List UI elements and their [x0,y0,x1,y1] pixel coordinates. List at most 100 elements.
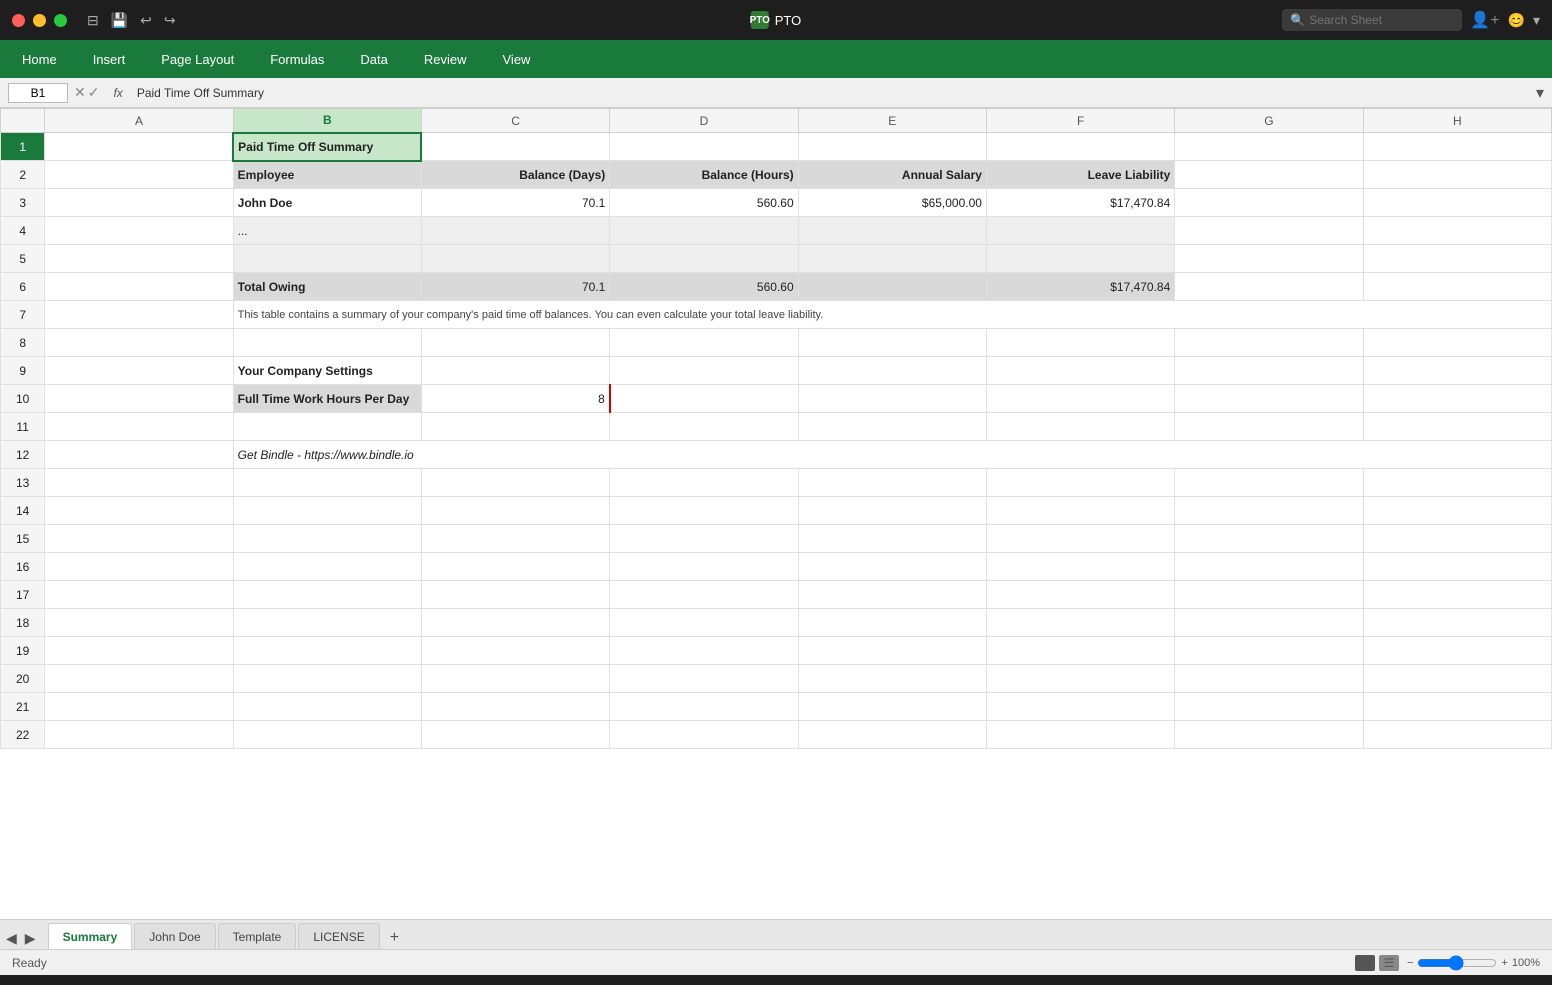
cell-d4[interactable] [610,217,798,245]
cell-e1[interactable] [798,133,986,161]
cell-f5[interactable] [986,245,1174,273]
chevron-down-icon[interactable]: ▾ [1533,12,1540,29]
cell-b11[interactable] [233,413,421,441]
cell-a10[interactable] [45,385,233,413]
cell-f6[interactable]: $17,470.84 [986,273,1174,301]
cell-g1[interactable] [1175,133,1363,161]
list-view-button[interactable]: ☰ [1379,955,1399,971]
fullscreen-button[interactable] [54,14,67,27]
cell-a9[interactable] [45,357,233,385]
cell-e10[interactable] [798,385,986,413]
cell-a4[interactable] [45,217,233,245]
confirm-formula-icon[interactable]: ✓ [88,84,100,101]
redo-icon[interactable]: ↪ [164,12,176,29]
cell-a2[interactable] [45,161,233,189]
minimize-button[interactable] [33,14,46,27]
cell-e6[interactable] [798,273,986,301]
close-button[interactable] [12,14,25,27]
col-header-a[interactable]: A [45,109,233,133]
cell-d5[interactable] [610,245,798,273]
cell-a8[interactable] [45,329,233,357]
cell-f11[interactable] [986,413,1174,441]
cell-e2[interactable]: Annual Salary [798,161,986,189]
grid-area[interactable]: A B C D E F G H 1 [0,108,1552,919]
cell-a11[interactable] [45,413,233,441]
cell-f8[interactable] [986,329,1174,357]
col-header-g[interactable]: G [1175,109,1363,133]
cell-e4[interactable] [798,217,986,245]
cell-c10[interactable]: 8 [421,385,609,413]
cell-g3[interactable] [1175,189,1363,217]
cell-c6[interactable]: 70.1 [421,273,609,301]
ribbon-tab-insert[interactable]: Insert [87,48,132,71]
search-box[interactable]: 🔍 [1282,9,1462,31]
sheet-next-button[interactable]: ▶ [23,930,38,947]
cell-c1[interactable] [421,133,609,161]
cell-f2[interactable]: Leave Liability [986,161,1174,189]
cell-c8[interactable] [421,329,609,357]
cell-c4[interactable] [421,217,609,245]
cell-b1[interactable]: Paid Time Off Summary [233,133,421,161]
zoom-plus-icon[interactable]: + [1501,957,1507,969]
col-header-b[interactable]: B [233,109,421,133]
cell-d1[interactable] [610,133,798,161]
cell-b3[interactable]: John Doe [233,189,421,217]
cell-h1[interactable] [1363,133,1551,161]
cell-f1[interactable] [986,133,1174,161]
cell-h6[interactable] [1363,273,1551,301]
cell-d10[interactable] [610,385,798,413]
cell-d8[interactable] [610,329,798,357]
grid-view-button[interactable]: ⊞ [1355,955,1375,971]
cell-c2[interactable]: Balance (Days) [421,161,609,189]
sheet-tab-john-doe[interactable]: John Doe [134,923,215,949]
cell-e3[interactable]: $65,000.00 [798,189,986,217]
cell-d11[interactable] [610,413,798,441]
search-input[interactable] [1309,13,1449,27]
cancel-formula-icon[interactable]: ✕ [74,84,86,101]
cell-g5[interactable] [1175,245,1363,273]
cell-g6[interactable] [1175,273,1363,301]
col-header-f[interactable]: F [986,109,1174,133]
cell-f3[interactable]: $17,470.84 [986,189,1174,217]
cell-g4[interactable] [1175,217,1363,245]
ribbon-tab-review[interactable]: Review [418,48,473,71]
account-icon[interactable]: 😊 [1508,12,1525,29]
col-header-h[interactable]: H [1363,109,1551,133]
cell-g10[interactable] [1175,385,1363,413]
ribbon-tab-formulas[interactable]: Formulas [264,48,330,71]
cell-c5[interactable] [421,245,609,273]
col-header-d[interactable]: D [610,109,798,133]
cell-b10[interactable]: Full Time Work Hours Per Day [233,385,421,413]
cell-d3[interactable]: 560.60 [610,189,798,217]
cell-h11[interactable] [1363,413,1551,441]
cell-g11[interactable] [1175,413,1363,441]
ribbon-tab-page-layout[interactable]: Page Layout [155,48,240,71]
zoom-minus-icon[interactable]: − [1407,957,1413,969]
ribbon-tab-home[interactable]: Home [16,48,63,71]
cell-h10[interactable] [1363,385,1551,413]
sheet-tab-license[interactable]: LICENSE [298,923,379,949]
cell-c9[interactable] [421,357,609,385]
add-sheet-button[interactable]: + [382,929,407,949]
cell-f4[interactable] [986,217,1174,245]
undo-icon[interactable]: ↩ [140,12,152,29]
col-header-e[interactable]: E [798,109,986,133]
cell-d9[interactable] [610,357,798,385]
cell-h4[interactable] [1363,217,1551,245]
sidebar-toggle-icon[interactable]: ⊟ [87,12,99,29]
formula-content[interactable]: Paid Time Off Summary [137,86,1530,100]
cell-h3[interactable] [1363,189,1551,217]
cell-e5[interactable] [798,245,986,273]
cell-d2[interactable]: Balance (Hours) [610,161,798,189]
sheet-tab-summary[interactable]: Summary [48,923,133,949]
cell-reference[interactable]: B1 [8,83,68,103]
cell-e11[interactable] [798,413,986,441]
cell-g2[interactable] [1175,161,1363,189]
cell-e9[interactable] [798,357,986,385]
sheet-tab-template[interactable]: Template [218,923,297,949]
cell-h2[interactable] [1363,161,1551,189]
cell-a1[interactable] [45,133,233,161]
ribbon-tab-view[interactable]: View [497,48,537,71]
cell-b5[interactable] [233,245,421,273]
cell-a7[interactable] [45,301,233,329]
